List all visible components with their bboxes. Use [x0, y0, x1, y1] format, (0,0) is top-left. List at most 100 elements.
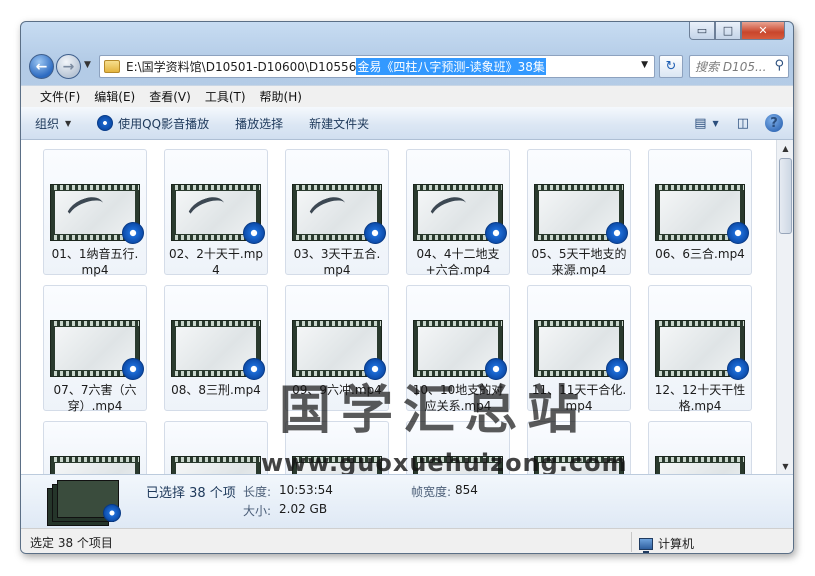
play-selection-label: 播放选择	[235, 116, 284, 131]
file-name: 03、3天干五合.mp4	[293, 247, 381, 277]
play-with-qq-label: 使用QQ影音播放	[118, 116, 210, 131]
framewidth-value: 854	[455, 483, 478, 497]
qq-player-icon	[364, 222, 386, 244]
file-name: 01、1纳音五行.mp4	[51, 247, 139, 277]
address-path-prefix: E:\国学资料馆\D10501-D10600\D10556	[126, 60, 357, 74]
length-value: 10:53:54	[279, 483, 333, 497]
menu-bar: 文件(F) 编辑(E) 查看(V) 工具(T) 帮助(H)	[21, 85, 793, 107]
status-location-label: 计算机	[658, 537, 695, 551]
watermark-url: www.guoxuehuizong.com	[261, 449, 628, 474]
back-arrow-icon: ←	[35, 58, 48, 75]
address-bar[interactable]: E:\国学资料馆\D10501-D10600\D10556 金易《四柱八字预测-…	[99, 55, 655, 78]
file-name: 04、4十二地支+六合.mp4	[416, 247, 500, 277]
menu-edit[interactable]: 编辑(E)	[87, 88, 142, 105]
qq-player-icon	[727, 358, 749, 380]
file-tile[interactable]: 03、3天干五合.mp4	[285, 149, 389, 277]
search-input[interactable]: 搜索 D105... ⚲	[689, 55, 789, 78]
organize-button[interactable]: 组织 ▼	[35, 115, 71, 132]
organize-label: 组织	[35, 116, 60, 131]
explorer-window: ▭ □ ✕ ← → ▼ E:\国学资料馆\D10501-D10600\D1055…	[20, 21, 794, 554]
file-tile[interactable]: 12、12十天干性格.mp4	[648, 285, 752, 413]
view-options-icon[interactable]: ▤	[694, 116, 706, 131]
menu-view[interactable]: 查看(V)	[142, 88, 198, 105]
file-tile[interactable]	[43, 421, 147, 474]
qq-player-icon	[122, 222, 144, 244]
refresh-icon: ↻	[665, 59, 677, 74]
status-location: 计算机	[639, 535, 695, 553]
file-name: 02、2十天干.mp4	[168, 247, 264, 277]
maximize-button[interactable]: □	[715, 22, 741, 40]
command-toolbar: 组织 ▼ 使用QQ影音播放 播放选择 新建文件夹 ▤ ▼ ◫ ?	[21, 107, 793, 140]
refresh-button[interactable]: ↻	[659, 55, 683, 78]
qq-player-icon	[103, 504, 121, 522]
play-selection-button[interactable]: 播放选择	[235, 115, 283, 132]
menu-tools[interactable]: 工具(T)	[198, 88, 253, 105]
qq-player-icon	[97, 115, 114, 131]
toolbar-right: ▤ ▼ ◫ ?	[684, 114, 783, 132]
file-tile[interactable]: 01、1纳音五行.mp4	[43, 149, 147, 277]
size-label: 大小:	[243, 504, 272, 518]
address-dropdown-icon[interactable]: ▼	[641, 60, 648, 70]
video-thumbnail	[50, 456, 140, 474]
video-thumbnail	[655, 456, 745, 474]
qq-player-icon	[122, 358, 144, 380]
file-tile[interactable]: 06、6三合.mp4	[648, 149, 752, 275]
file-name: 12、12十天干性格.mp4	[654, 383, 746, 413]
menu-file[interactable]: 文件(F)	[33, 88, 87, 105]
scroll-down-icon[interactable]: ▼	[778, 458, 793, 474]
help-icon[interactable]: ?	[765, 114, 783, 132]
close-icon: ✕	[758, 24, 768, 37]
file-tile[interactable]: 05、5天干地支的来源.mp4	[527, 149, 631, 277]
chevron-down-icon: ▼	[65, 118, 72, 128]
view-dropdown-icon[interactable]: ▼	[713, 119, 719, 128]
file-tile[interactable]: 02、2十天干.mp4	[164, 149, 268, 277]
new-folder-button[interactable]: 新建文件夹	[309, 115, 369, 132]
status-bar: 选定 38 个项目 计算机	[21, 528, 793, 553]
vertical-scrollbar[interactable]: ▲ ▼	[776, 140, 793, 474]
recent-pages-dropdown[interactable]: ▼	[84, 60, 91, 70]
file-name: 08、8三刑.mp4	[171, 383, 261, 397]
folder-icon	[104, 60, 120, 73]
video-thumbnail	[171, 456, 261, 474]
new-folder-label: 新建文件夹	[309, 116, 370, 131]
file-tile[interactable]: 04、4十二地支+六合.mp4	[406, 149, 510, 277]
file-name: 07、7六害（六穿）.mp4	[53, 383, 137, 413]
file-tile[interactable]	[648, 421, 752, 474]
qq-player-icon	[243, 222, 265, 244]
computer-icon	[639, 537, 653, 553]
qq-player-icon	[606, 358, 628, 380]
caption-buttons: ▭ □ ✕	[689, 22, 785, 40]
search-icon[interactable]: ⚲	[774, 58, 784, 73]
play-with-qq-button[interactable]: 使用QQ影音播放	[97, 115, 209, 132]
watermark-title: 国学汇总站	[279, 380, 590, 441]
preview-pane-icon[interactable]: ◫	[737, 116, 749, 131]
file-tile[interactable]: 07、7六害（六穿）.mp4	[43, 285, 147, 413]
file-tile[interactable]: 08、8三刑.mp4	[164, 285, 268, 411]
scroll-up-icon[interactable]: ▲	[778, 140, 793, 156]
address-path-selected: 金易《四柱八字预测-读象班》38集	[356, 58, 546, 75]
minimize-button[interactable]: ▭	[689, 22, 715, 40]
maximize-icon: □	[722, 24, 734, 37]
file-name: 05、5天干地支的来源.mp4	[531, 247, 627, 277]
file-tile[interactable]	[164, 421, 268, 474]
close-button[interactable]: ✕	[741, 22, 785, 40]
length-label: 长度:	[243, 485, 272, 499]
qq-player-icon	[485, 222, 507, 244]
details-pane: 已选择 38 个项 长度: 10:53:54 大小: 2.02 GB 帧宽度: …	[21, 474, 793, 528]
forward-button[interactable]: →	[56, 54, 81, 79]
selected-count: 已选择 38 个项	[146, 486, 236, 501]
file-list-area: 01、1纳音五行.mp4 02、2十天干.mp4 03、3天干五合.mp4 04、4十…	[21, 140, 793, 474]
scroll-thumb[interactable]	[779, 158, 792, 234]
qq-player-icon	[606, 222, 628, 244]
menu-help[interactable]: 帮助(H)	[253, 88, 309, 105]
framewidth-label: 帧宽度:	[411, 485, 452, 499]
address-row: ← → ▼ E:\国学资料馆\D10501-D10600\D10556 金易《四…	[27, 52, 789, 82]
minimize-icon: ▭	[696, 24, 708, 37]
status-selection-text: 选定 38 个项目	[30, 535, 113, 550]
selection-thumbnail	[47, 478, 123, 526]
search-placeholder: 搜索 D105...	[695, 60, 767, 74]
forward-arrow-icon: →	[62, 58, 75, 75]
qq-player-icon	[243, 358, 265, 380]
qq-player-icon	[727, 222, 749, 244]
back-button[interactable]: ←	[29, 54, 54, 79]
